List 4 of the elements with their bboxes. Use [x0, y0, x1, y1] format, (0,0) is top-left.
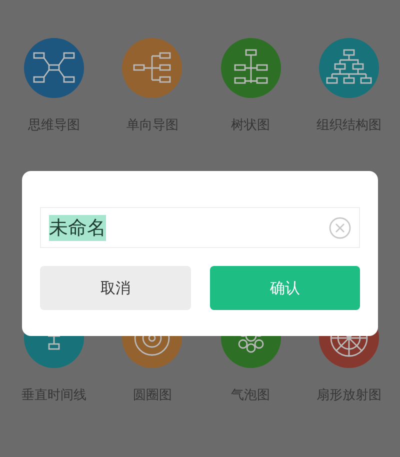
diagram-icon[interactable] — [24, 38, 84, 98]
name-value: 未命名 — [49, 214, 106, 240]
cancel-button[interactable]: 取消 — [40, 266, 190, 310]
input-field[interactable]: 未命名 — [40, 207, 360, 248]
